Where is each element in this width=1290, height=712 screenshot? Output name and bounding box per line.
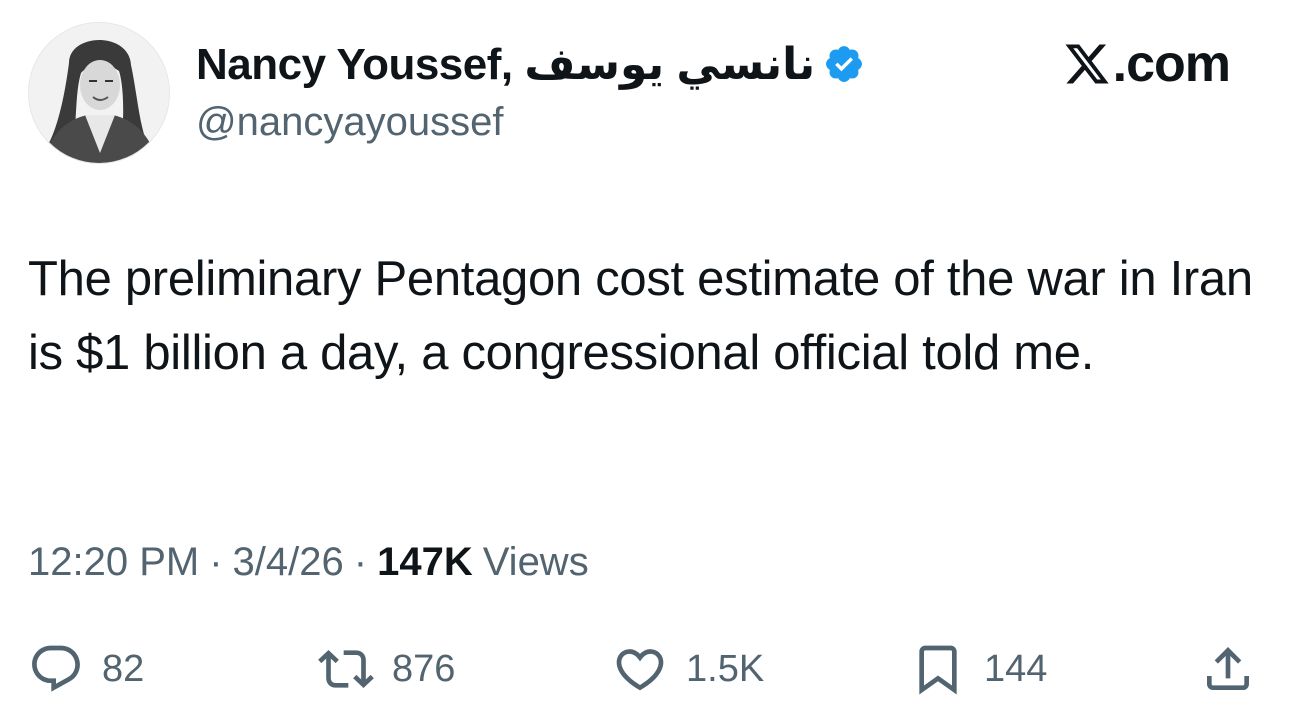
tweet-time[interactable]: 12:20 PM [28, 540, 199, 585]
meta-separator: · [353, 540, 368, 584]
reply-button[interactable]: 82 [28, 638, 144, 700]
bookmark-count: 144 [984, 647, 1048, 690]
author-display-name-row[interactable]: Nancy Youssef, نانسي يوسف [196, 36, 865, 92]
reply-count: 82 [102, 647, 145, 690]
repost-button[interactable]: 876 [318, 638, 455, 700]
meta-separator: · [209, 540, 223, 584]
bookmark-icon [919, 645, 957, 695]
x-com-brand: .com [1063, 34, 1231, 94]
brand-suffix: .com [1112, 35, 1231, 93]
author-handle[interactable]: @nancyayoussef [196, 100, 503, 145]
tweet-date[interactable]: 3/4/26 [233, 540, 344, 585]
heart-icon [616, 649, 664, 691]
reply-icon [32, 645, 80, 692]
tweet-meta: 12:20 PM · 3/4/26 · 147K Views [28, 540, 589, 585]
like-count: 1.5K [686, 647, 765, 690]
tweet-text: The preliminary Pentagon cost estimate o… [28, 252, 1253, 380]
like-button[interactable]: 1.5K [612, 638, 764, 700]
avatar-portrait [29, 23, 169, 163]
share-icon [1207, 647, 1249, 690]
avatar[interactable] [28, 22, 170, 164]
views-count: 147K [377, 540, 473, 584]
share-button[interactable] [1200, 638, 1256, 700]
repost-icon [318, 650, 374, 688]
x-logo-icon [1065, 44, 1109, 84]
action-bar: 82 876 1.5K 144 [0, 638, 1290, 700]
repost-count: 876 [392, 647, 456, 690]
bookmark-button[interactable]: 144 [910, 638, 1047, 700]
author-display-name[interactable]: Nancy Youssef, نانسي يوسف [196, 39, 816, 90]
verified-badge-icon [823, 43, 865, 85]
views-label: Views [482, 540, 589, 584]
